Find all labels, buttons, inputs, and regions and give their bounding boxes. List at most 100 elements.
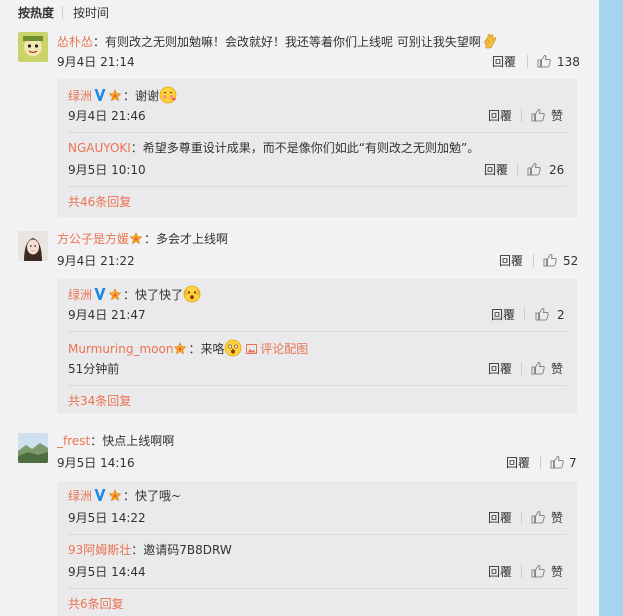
avatar[interactable]	[18, 231, 48, 261]
reply-username[interactable]: Murmuring_moon	[68, 342, 173, 356]
reply-button[interactable]: 回覆	[492, 54, 516, 70]
thumbs-up-icon[interactable]	[527, 162, 541, 176]
reply-text: ：希望多尊重设计成果，而不是像你们如此“有则改之无则加勉”。	[130, 141, 480, 155]
comment-text: ：有则改之无则加勉嘛！会改就好！我还等着你们上线呢 可别让我失望啊	[93, 35, 481, 49]
comment-item: _frest：快点上线啊啊 9月5日 14:16 回覆 7 绿洲 ：快了哦~ 9月…	[0, 428, 599, 616]
ok-hand-emoji-icon	[484, 33, 497, 49]
astonished-face-emoji-icon	[225, 339, 242, 357]
reply-thread: 绿洲 ：谢谢 9月4日 21:46 回覆 赞 NGAUYOKI：希望多尊重设计成果…	[57, 79, 577, 217]
comment-image-label: 评论配图	[260, 342, 309, 356]
action-divider	[517, 163, 518, 176]
like-count[interactable]: 26	[549, 162, 564, 178]
comment-timestamp: 9月4日 21:14	[57, 55, 135, 69]
action-divider	[521, 565, 522, 578]
more-replies-link[interactable]: 共34条回复	[68, 393, 131, 409]
reply-button[interactable]: 回覆	[488, 510, 512, 526]
reply-timestamp: 9月4日 21:47	[68, 308, 146, 322]
like-count[interactable]: 赞	[551, 510, 563, 526]
action-divider	[521, 109, 522, 122]
reply-button[interactable]: 回覆	[488, 564, 512, 580]
comment-item: 怂朴怂：有则改之无则加勉嘛！会改就好！我还等着你们上线呢 可别让我失望啊 9月4…	[0, 26, 599, 221]
reply-username[interactable]: 绿洲	[68, 489, 92, 503]
avatar[interactable]	[18, 433, 48, 463]
more-replies-link[interactable]: 共6条回复	[68, 596, 124, 612]
comment-list: 怂朴怂：有则改之无则加勉嘛！会改就好！我还等着你们上线呢 可别让我失望啊 9月4…	[0, 26, 599, 616]
comment-text: ：快点上线啊啊	[90, 434, 175, 448]
verified-v-icon	[94, 288, 106, 300]
like-count[interactable]: 赞	[551, 564, 563, 580]
reply-button[interactable]: 回覆	[491, 307, 515, 323]
verified-v-icon	[94, 89, 106, 101]
comment-username[interactable]: _frest	[57, 434, 90, 448]
reply-divider	[68, 385, 566, 386]
reply-button[interactable]: 回覆	[506, 455, 530, 471]
thumbs-up-icon[interactable]	[543, 253, 557, 267]
thumbs-up-icon[interactable]	[531, 108, 545, 122]
reply-button[interactable]: 回覆	[488, 361, 512, 377]
thumbs-up-icon[interactable]	[537, 54, 551, 68]
sort-by-time-tab[interactable]: 按时间	[73, 6, 109, 20]
reply-timestamp: 51分钟前	[68, 362, 120, 376]
thumbs-up-icon[interactable]	[531, 510, 545, 524]
thumbs-up-icon[interactable]	[550, 455, 564, 469]
reply-timestamp: 9月5日 14:22	[68, 511, 146, 525]
vip-badge-icon	[108, 288, 122, 301]
like-count[interactable]: 2	[557, 307, 565, 323]
thumbs-up-icon[interactable]	[531, 361, 545, 375]
thumbs-up-icon[interactable]	[531, 564, 545, 578]
comment-username[interactable]: 方公子是方媛	[57, 232, 129, 246]
more-replies-link[interactable]: 共46条回复	[68, 194, 131, 210]
action-divider	[521, 362, 522, 375]
reply-button[interactable]: 回覆	[484, 162, 508, 178]
comment-username[interactable]: 怂朴怂	[57, 35, 93, 49]
image-icon	[246, 344, 258, 354]
surprised-face-emoji-icon	[183, 285, 201, 303]
reply-username[interactable]: 绿洲	[68, 89, 92, 103]
comment-text-line: 方公子是方媛 ：多会才上线啊	[57, 231, 228, 247]
reply-username[interactable]: 93阿姆斯壮	[68, 543, 131, 557]
reply-timestamp: 9月5日 14:44	[68, 565, 146, 579]
sort-divider	[62, 6, 63, 19]
comment-timestamp: 9月5日 14:16	[57, 456, 135, 470]
verified-v-icon	[94, 489, 106, 501]
reply-text-line: NGAUYOKI：希望多尊重设计成果，而不是像你们如此“有则改之无则加勉”。	[68, 140, 479, 156]
reply-button[interactable]: 回覆	[499, 253, 523, 269]
reply-text-line: 绿洲 ：快了快了	[68, 285, 201, 303]
reply-divider	[68, 132, 566, 133]
reply-text: ：邀请码7B8DRW	[131, 543, 232, 557]
reply-text: ：快了哦~	[123, 489, 182, 503]
reply-text: ：来咯	[188, 342, 225, 356]
action-divider	[533, 254, 534, 267]
comment-item: 方公子是方媛 ：多会才上线啊 9月4日 21:22 回覆 52 绿洲 ：快了快了 9…	[0, 226, 599, 416]
reply-text-line: 绿洲 ：快了哦~	[68, 488, 181, 504]
like-count[interactable]: 138	[557, 54, 580, 70]
reply-divider	[68, 331, 566, 332]
comment-text: ：多会才上线啊	[144, 232, 229, 246]
blush-kiss-emoji-icon	[159, 86, 177, 104]
reply-text-line: Murmuring_moon ：来咯 评论配图	[68, 339, 308, 357]
like-count[interactable]: 52	[563, 253, 578, 269]
avatar[interactable]	[18, 32, 48, 62]
like-count[interactable]: 赞	[551, 361, 563, 377]
sort-by-hot-tab[interactable]: 按热度	[18, 6, 54, 20]
like-count[interactable]: 7	[569, 455, 577, 471]
reply-thread: 绿洲 ：快了快了 9月4日 21:47 回覆 2 Murmuring_moon ：来…	[57, 279, 577, 413]
vip-badge-icon	[108, 89, 122, 102]
reply-username[interactable]: 绿洲	[68, 288, 92, 302]
action-divider	[540, 456, 541, 469]
comment-image-link[interactable]: 评论配图	[246, 342, 308, 356]
like-count[interactable]: 赞	[551, 108, 563, 124]
thumbs-up-icon[interactable]	[535, 307, 549, 321]
page-right-edge	[599, 0, 623, 616]
vip-badge-icon	[174, 342, 187, 355]
reply-divider	[68, 534, 566, 535]
reply-username[interactable]: NGAUYOKI	[68, 141, 131, 155]
vip-badge-icon	[108, 489, 122, 502]
vip-badge-icon	[129, 232, 143, 245]
comment-timestamp: 9月4日 21:22	[57, 254, 135, 268]
reply-timestamp: 9月4日 21:46	[68, 109, 146, 123]
reply-divider	[68, 588, 566, 589]
reply-button[interactable]: 回覆	[488, 108, 512, 124]
reply-text: ：谢谢	[123, 89, 160, 103]
comment-text-line: _frest：快点上线啊啊	[57, 433, 174, 449]
